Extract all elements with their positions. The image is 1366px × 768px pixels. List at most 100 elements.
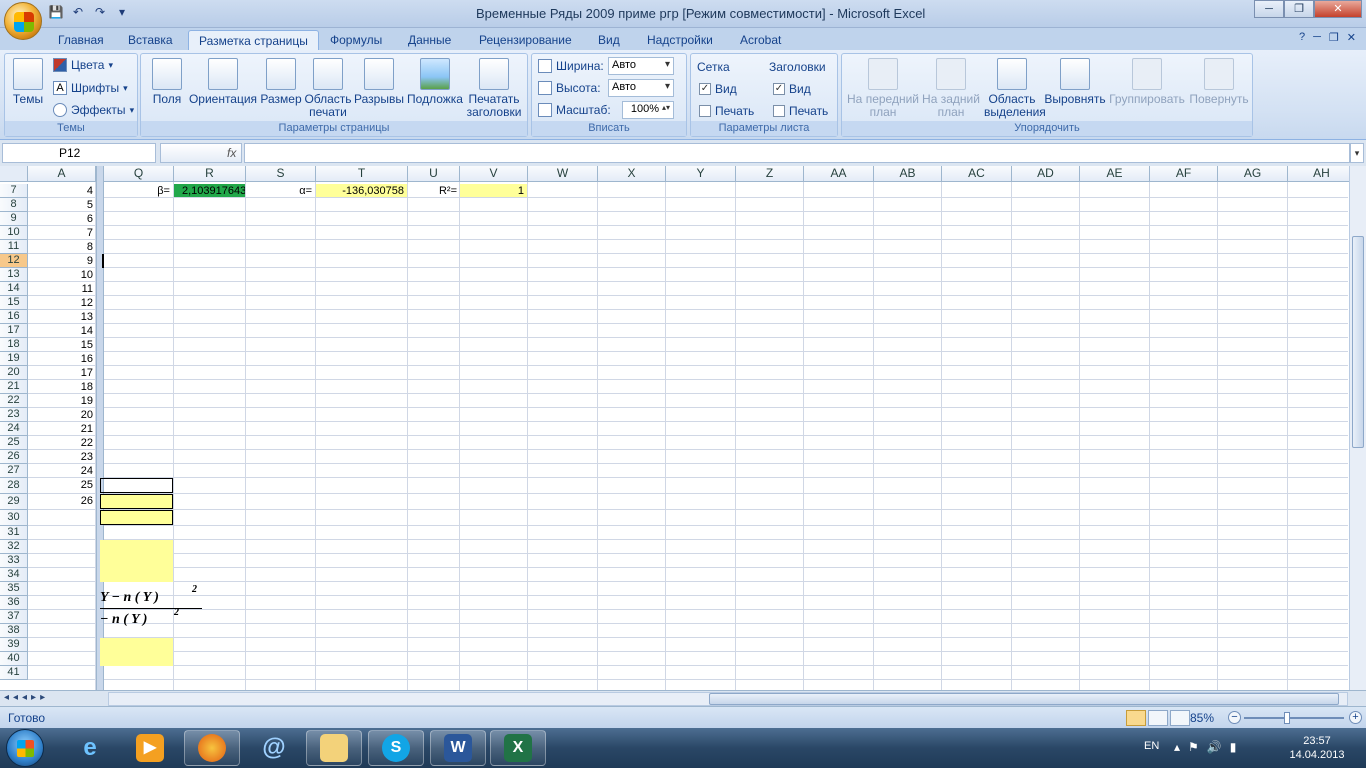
cell-a29[interactable]: 26 — [28, 494, 96, 510]
align-button[interactable]: Выровнять — [1044, 56, 1106, 106]
print-titles-button[interactable]: Печатать заголовки — [463, 56, 525, 119]
scale-spinner[interactable]: 100% — [622, 101, 674, 119]
column-header-ag[interactable]: AG — [1218, 166, 1288, 182]
row-header-36[interactable]: 36 — [0, 596, 28, 610]
selection-pane-button[interactable]: Область выделения — [984, 56, 1046, 119]
width-dropdown[interactable]: Авто — [608, 57, 674, 75]
tab-review[interactable]: Рецензирование — [469, 30, 582, 50]
cell-a11[interactable]: 8 — [28, 240, 96, 254]
send-to-back-button[interactable]: На задний план — [920, 56, 982, 119]
bring-to-front-button[interactable]: На передний план — [846, 56, 920, 119]
row-header-22[interactable]: 22 — [0, 394, 28, 408]
row-header-39[interactable]: 39 — [0, 638, 28, 652]
cell-a10[interactable]: 7 — [28, 226, 96, 240]
cell-a9[interactable]: 6 — [28, 212, 96, 226]
zoom-knob[interactable] — [1284, 712, 1290, 724]
breaks-button[interactable]: Разрывы — [353, 56, 405, 106]
zoom-out-icon[interactable]: − — [1228, 711, 1241, 724]
cell-a17[interactable]: 14 — [28, 324, 96, 338]
ribbon-close-icon[interactable]: ✕ — [1347, 31, 1356, 44]
start-button[interactable] — [6, 729, 44, 767]
cell-q29[interactable] — [100, 494, 173, 509]
row-header-31[interactable]: 31 — [0, 526, 28, 540]
cell-a13[interactable]: 10 — [28, 268, 96, 282]
size-button[interactable]: Размер — [259, 56, 303, 106]
cell-q34[interactable] — [100, 568, 173, 582]
tab-view[interactable]: Вид — [588, 30, 630, 50]
row-header-16[interactable]: 16 — [0, 310, 28, 324]
tab-data[interactable]: Данные — [398, 30, 461, 50]
name-box[interactable]: P12 — [2, 143, 156, 163]
cell-q32[interactable] — [100, 540, 173, 554]
redo-icon[interactable]: ↷ — [92, 5, 108, 21]
row-header-40[interactable]: 40 — [0, 652, 28, 666]
row-header-26[interactable]: 26 — [0, 450, 28, 464]
row-header-10[interactable]: 10 — [0, 226, 28, 240]
column-header-ab[interactable]: AB — [874, 166, 942, 182]
taskbar-skype[interactable]: S — [368, 730, 424, 766]
cell-r2-label[interactable]: R²= — [408, 184, 459, 197]
minimize-button[interactable]: ─ — [1254, 0, 1284, 18]
column-header-aa[interactable]: AA — [804, 166, 874, 182]
worksheet-grid[interactable]: A Q R S T U V W X Y Z AA AB AC AD AE AF AG AH 7 4 8 5 9 6 10 7 11 8 1… — [0, 166, 1366, 690]
row-header-34[interactable]: 34 — [0, 568, 28, 582]
cell-a22[interactable]: 19 — [28, 394, 96, 408]
cell-alpha-value[interactable]: -136,030758 — [316, 184, 407, 197]
cell-a20[interactable]: 17 — [28, 366, 96, 380]
close-button[interactable]: ✕ — [1314, 0, 1362, 18]
page-break-view-icon[interactable] — [1170, 710, 1190, 726]
row-header-27[interactable]: 27 — [0, 464, 28, 478]
gridlines-view-checkbox[interactable]: ✓ Вид — [699, 82, 737, 96]
cell-a25[interactable]: 22 — [28, 436, 96, 450]
tab-insert[interactable]: Вставка — [118, 30, 183, 50]
cell-a24[interactable]: 21 — [28, 422, 96, 436]
cell-a28[interactable]: 25 — [28, 478, 96, 494]
vertical-scroll-thumb[interactable] — [1352, 236, 1364, 448]
cell-a27[interactable]: 24 — [28, 464, 96, 478]
row-header-8[interactable]: 8 — [0, 198, 28, 212]
zoom-slider[interactable]: − + — [1228, 711, 1362, 725]
cell-a8[interactable]: 5 — [28, 198, 96, 212]
column-header-t[interactable]: T — [316, 166, 408, 182]
colors-button[interactable]: Цвета ▾ — [53, 58, 113, 72]
taskbar-explorer[interactable] — [306, 730, 362, 766]
cell-r2-value[interactable]: 1 — [460, 184, 527, 197]
cell-q39[interactable] — [100, 638, 173, 652]
column-header-y[interactable]: Y — [666, 166, 736, 182]
print-area-button[interactable]: Область печати — [303, 56, 353, 119]
taskbar-ie[interactable]: e — [62, 730, 118, 766]
tab-acrobat[interactable]: Acrobat — [730, 30, 791, 50]
row-header-15[interactable]: 15 — [0, 296, 28, 310]
effects-button[interactable]: Эффекты ▾ — [53, 103, 134, 117]
margins-button[interactable]: Поля — [149, 56, 185, 106]
cell-a26[interactable]: 23 — [28, 450, 96, 464]
ribbon-minimize-icon[interactable]: ─ — [1313, 31, 1321, 44]
cell-q30[interactable] — [100, 510, 173, 525]
ribbon-restore-icon[interactable]: ❐ — [1329, 31, 1339, 44]
taskbar-firefox[interactable] — [184, 730, 240, 766]
row-header-41[interactable]: 41 — [0, 666, 28, 680]
row-header-11[interactable]: 11 — [0, 240, 28, 254]
column-header-a[interactable]: A — [28, 166, 96, 182]
cell-a15[interactable]: 12 — [28, 296, 96, 310]
cell-a7[interactable]: 4 — [28, 184, 96, 198]
column-header-x[interactable]: X — [598, 166, 666, 182]
row-header-24[interactable]: 24 — [0, 422, 28, 436]
tab-page-layout[interactable]: Разметка страницы — [188, 30, 319, 50]
cell-a14[interactable]: 11 — [28, 282, 96, 296]
row-header-33[interactable]: 33 — [0, 554, 28, 568]
cell-beta-label[interactable]: β= — [104, 184, 173, 197]
show-hidden-icon[interactable]: ▴ — [1174, 740, 1180, 754]
undo-icon[interactable]: ↶ — [70, 5, 86, 21]
row-header-35[interactable]: 35 — [0, 582, 28, 596]
cell-a18[interactable]: 15 — [28, 338, 96, 352]
row-header-21[interactable]: 21 — [0, 380, 28, 394]
column-header-ae[interactable]: AE — [1080, 166, 1150, 182]
sheet-nav-arrows-icon[interactable]: ◂◂◂▸▸ — [4, 692, 49, 703]
expand-formula-bar-icon[interactable]: ▾ — [1350, 143, 1364, 163]
row-header-23[interactable]: 23 — [0, 408, 28, 422]
gridlines-print-checkbox[interactable]: Печать — [699, 104, 754, 118]
column-header-r[interactable]: R — [174, 166, 246, 182]
column-header-z[interactable]: Z — [736, 166, 804, 182]
themes-button[interactable]: Темы — [9, 56, 47, 106]
